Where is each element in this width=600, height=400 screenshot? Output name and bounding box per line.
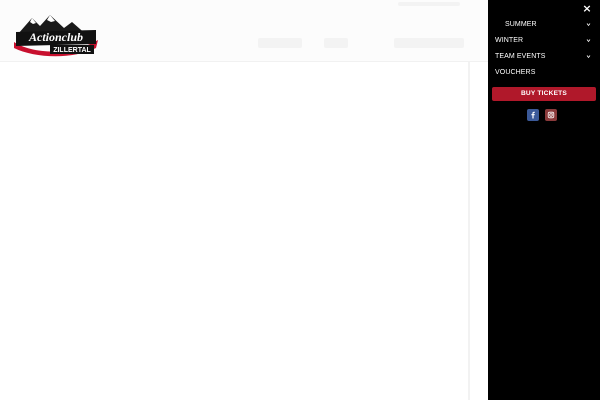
facebook-icon[interactable]: [527, 109, 539, 121]
menu-item-winter[interactable]: WINTER: [488, 33, 600, 49]
menu-item-label: VOUCHERS: [495, 69, 536, 76]
offcanvas-nav: SUMMER WINTER TEAM EVENTS VOUCHERS: [488, 17, 600, 81]
menu-item-vouchers[interactable]: VOUCHERS: [488, 65, 600, 81]
logo-subtitle: ZILLERTAL: [53, 47, 91, 54]
instagram-icon[interactable]: [545, 109, 557, 121]
close-icon[interactable]: ×: [580, 2, 594, 16]
menu-item-label: TEAM EVENTS: [495, 53, 546, 60]
logo-wordmark: Actionclub: [28, 30, 83, 44]
nav-placeholder: [324, 38, 348, 48]
menu-item-team-events[interactable]: TEAM EVENTS: [488, 49, 600, 65]
nav-placeholder: [258, 38, 302, 48]
menu-item-summer[interactable]: SUMMER: [488, 17, 600, 33]
site-header: Actionclub ZILLERTAL: [0, 0, 488, 62]
menu-item-label: SUMMER: [505, 21, 537, 28]
top-bar-placeholder: [398, 2, 460, 6]
chevron-down-icon[interactable]: [586, 54, 591, 59]
chevron-down-icon[interactable]: [586, 38, 591, 43]
chevron-down-icon[interactable]: [586, 22, 591, 27]
menu-item-label: WINTER: [495, 37, 524, 44]
nav-placeholder: [394, 38, 464, 48]
offcanvas-menu: × SUMMER WINTER TEAM EVENTS VOUCHERS BUY…: [488, 0, 600, 400]
buy-tickets-button[interactable]: BUY TICKETS: [492, 87, 596, 101]
actionclub-logo[interactable]: Actionclub ZILLERTAL: [12, 12, 100, 58]
content-divider: [468, 62, 470, 400]
